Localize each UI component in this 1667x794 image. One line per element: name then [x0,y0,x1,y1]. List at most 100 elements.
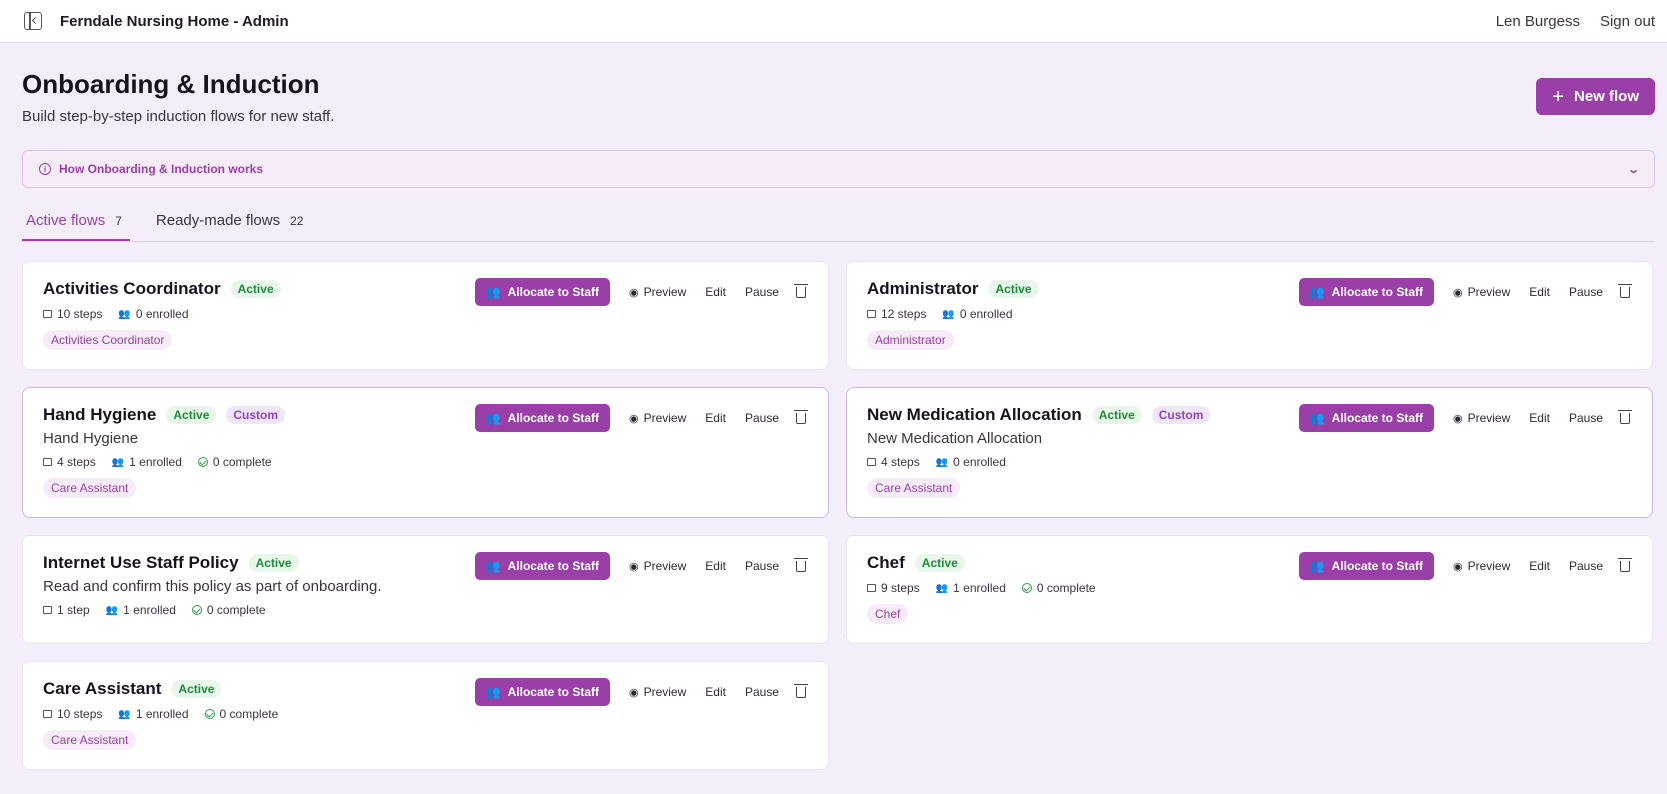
allocate-to-staff-button[interactable]: 👥 Allocate to Staff [474,278,610,306]
preview-button[interactable]: ◉ Preview [1453,411,1510,425]
book-icon [43,606,52,614]
book-icon [43,710,52,718]
flow-card: Chef Active 9 steps 👥 1 enrolled 0 comple… [846,535,1653,644]
allocate-label: Allocate to Staff [507,559,599,573]
users-icon: 👥 [942,308,955,320]
allocate-to-staff-button[interactable]: 👥 Allocate to Staff [474,552,610,580]
preview-button[interactable]: ◉ Preview [629,685,686,699]
sign-out-link[interactable]: Sign out [1600,13,1655,30]
users-icon: 👥 [935,456,949,468]
flow-card: Care Assistant Active 10 steps 👥 1 enroll… [22,661,829,770]
flow-meta: 10 steps 👥 1 enrolled 0 complete [43,707,808,721]
edit-button[interactable]: Edit [705,685,726,699]
eye-icon: ◉ [1452,286,1463,299]
card-actions: 👥 Allocate to Staff ◉ Preview Edit Pause [474,278,808,306]
flow-meta: 9 steps 👥 1 enrolled 0 complete [867,581,1632,595]
allocate-label: Allocate to Staff [1331,285,1423,299]
trash-icon[interactable] [1618,557,1632,572]
users-icon: 👥 [485,685,501,699]
flow-description: Hand Hygiene [43,430,139,447]
role-tag: Care Assistant [867,478,961,498]
trash-icon[interactable] [794,409,808,424]
preview-button[interactable]: ◉ Preview [629,411,686,425]
users-icon: 👥 [118,708,131,720]
allocate-to-staff-button[interactable]: 👥 Allocate to Staff [1298,278,1434,306]
preview-button[interactable]: ◉ Preview [629,559,686,573]
users-icon: 👥 [1309,411,1325,425]
preview-label: Preview [643,285,687,299]
tab-ready-made-flows[interactable]: Ready-made flows 22 [152,212,308,241]
user-name[interactable]: Len Burgess [1496,13,1580,30]
pause-button[interactable]: Pause [1569,411,1603,425]
pause-button[interactable]: Pause [745,411,779,425]
trash-icon[interactable] [1618,283,1632,298]
trash-icon[interactable] [794,283,808,298]
steps-count: 4 steps [881,455,920,469]
new-flow-label: New flow [1573,88,1639,105]
how-it-works-accordion[interactable]: i How Onboarding & Induction works ⌄ [22,150,1655,188]
role-tag: Care Assistant [43,478,137,498]
flow-tabs: Active flows 7 Ready-made flows 22 [22,212,1655,242]
edit-button[interactable]: Edit [1529,411,1550,425]
tab-count: 22 [290,214,304,228]
users-icon: 👥 [935,582,949,594]
allocate-label: Allocate to Staff [507,411,599,425]
pause-button[interactable]: Pause [745,685,779,699]
top-bar: Ferndale Nursing Home - Admin Len Burges… [0,0,1667,43]
pause-button[interactable]: Pause [745,559,779,573]
user-menu: Len Burgess Sign out [1496,13,1655,30]
preview-button[interactable]: ◉ Preview [1453,559,1510,573]
complete-count: 0 complete [219,707,279,721]
flow-title: New Medication Allocation [867,405,1082,424]
trash-icon[interactable] [1618,409,1632,424]
users-icon: 👥 [1309,559,1325,573]
allocate-to-staff-button[interactable]: 👥 Allocate to Staff [1298,404,1434,432]
preview-button[interactable]: ◉ Preview [1453,285,1510,299]
card-actions: 👥 Allocate to Staff ◉ Preview Edit Pause [474,404,808,432]
eye-icon: ◉ [628,412,639,425]
users-icon: 👥 [111,456,125,468]
edit-button[interactable]: Edit [1529,285,1550,299]
flow-meta: 4 steps 👥 0 enrolled [867,455,1632,469]
tab-count: 7 [115,214,122,228]
tab-active-flows[interactable]: Active flows 7 [22,212,130,241]
users-icon: 👥 [485,559,501,573]
steps-count: 10 steps [57,307,103,321]
flow-meta: 1 step 👥 1 enrolled 0 complete [43,603,808,617]
how-it-works-label: How Onboarding & Induction works [59,162,263,176]
role-tag: Care Assistant [43,730,137,750]
card-actions: 👥 Allocate to Staff ◉ Preview Edit Pause [1298,278,1632,306]
book-icon [867,458,876,466]
pause-button[interactable]: Pause [1569,285,1603,299]
preview-label: Preview [1467,559,1511,573]
flow-title: Activities Coordinator [43,279,221,298]
trash-icon[interactable] [794,683,808,698]
page-subtitle: Build step-by-step induction flows for n… [22,108,335,125]
preview-label: Preview [643,685,687,699]
status-badge: Active [248,554,299,572]
status-badge: Active [914,554,965,572]
preview-button[interactable]: ◉ Preview [629,285,686,299]
complete-count: 0 complete [212,455,272,469]
edit-button[interactable]: Edit [705,285,726,299]
new-flow-button[interactable]: + New flow [1536,78,1655,115]
enrolled-count: 0 enrolled [953,455,1006,469]
edit-button[interactable]: Edit [1529,559,1550,573]
allocate-label: Allocate to Staff [1331,411,1423,425]
preview-label: Preview [643,411,687,425]
enrolled-count: 1 enrolled [953,581,1006,595]
allocate-to-staff-button[interactable]: 👥 Allocate to Staff [474,678,610,706]
book-icon [867,310,876,318]
allocate-to-staff-button[interactable]: 👥 Allocate to Staff [1298,552,1434,580]
check-circle-icon [191,605,202,615]
allocate-to-staff-button[interactable]: 👥 Allocate to Staff [474,404,610,432]
pause-button[interactable]: Pause [1569,559,1603,573]
tab-label: Active flows [26,212,106,229]
allocate-label: Allocate to Staff [507,685,599,699]
pause-button[interactable]: Pause [745,285,779,299]
edit-button[interactable]: Edit [705,559,726,573]
sidebar-toggle-icon[interactable] [24,12,42,30]
steps-count: 1 step [57,603,90,617]
trash-icon[interactable] [794,557,808,572]
edit-button[interactable]: Edit [705,411,726,425]
